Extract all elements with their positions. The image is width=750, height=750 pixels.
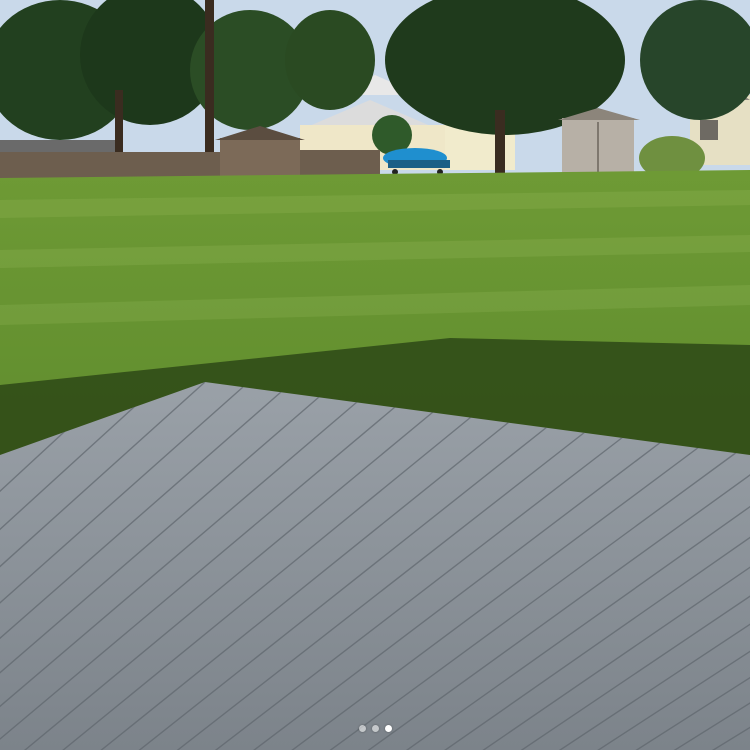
fence <box>0 152 220 180</box>
fence-right <box>300 150 380 176</box>
carousel-indicator <box>0 725 750 732</box>
carousel-dot-3[interactable] <box>384 725 392 732</box>
carousel-dot-2[interactable] <box>371 725 379 732</box>
backyard-photo <box>0 0 750 750</box>
photo-viewer <box>0 0 750 750</box>
shed-right <box>558 108 640 176</box>
carousel-dot-1[interactable] <box>358 725 366 732</box>
